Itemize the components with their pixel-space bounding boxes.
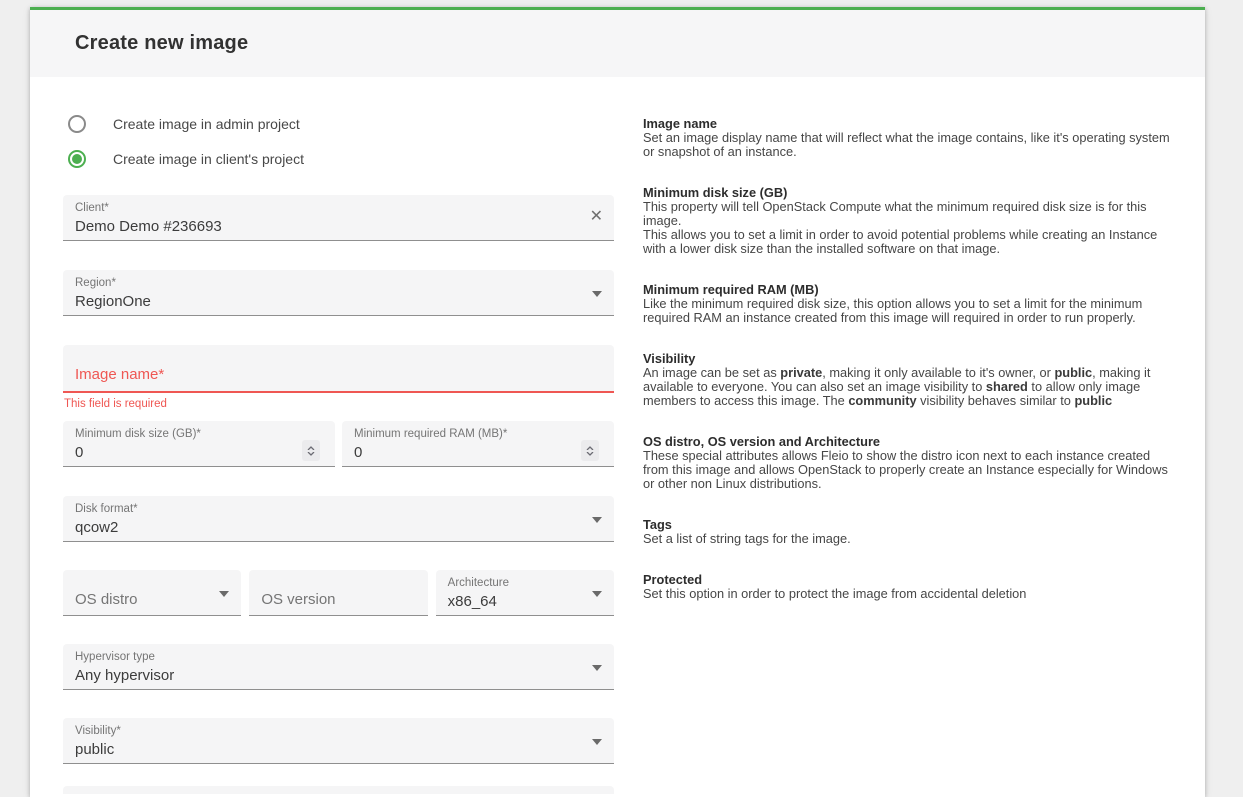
help-text: Set a list of string tags for the image. xyxy=(643,532,1171,546)
min-disk-size-stepper[interactable] xyxy=(302,440,320,461)
os-version-placeholder: OS version xyxy=(261,590,415,609)
min-ram-input[interactable]: Minimum required RAM (MB)* 0 xyxy=(342,421,614,467)
help-section-tags: Tags Set a list of string tags for the i… xyxy=(643,518,1171,546)
min-disk-size-input[interactable]: Minimum disk size (GB)* 0 xyxy=(63,421,335,467)
min-ram-stepper[interactable] xyxy=(581,440,599,461)
client-field-label: Client* xyxy=(75,202,602,215)
os-distro-select[interactable]: OS distro xyxy=(63,570,241,616)
min-ram-label: Minimum required RAM (MB)* xyxy=(354,428,602,441)
image-name-error: This field is required xyxy=(64,398,614,411)
min-ram-value: 0 xyxy=(354,443,602,462)
radio-option-admin-project[interactable]: Create image in admin project xyxy=(63,115,614,133)
radio-option-label: Create image in admin project xyxy=(113,116,300,132)
help-title: Protected xyxy=(643,573,1171,587)
visibility-select[interactable]: Visibility* public xyxy=(63,718,614,764)
help-text: An image can be set as private, making i… xyxy=(643,366,1171,408)
image-name-label: Image name* xyxy=(75,366,602,384)
disk-format-value: qcow2 xyxy=(75,518,602,537)
help-section-os-distro: OS distro, OS version and Architecture T… xyxy=(643,435,1171,491)
help-title: Minimum required RAM (MB) xyxy=(643,283,1171,297)
client-field[interactable]: Client* Demo Demo #236693 ✕ xyxy=(63,195,614,241)
chevron-down-icon xyxy=(592,517,602,523)
chevron-down-icon xyxy=(592,665,602,671)
os-distro-placeholder: OS distro xyxy=(75,590,229,609)
create-image-card: Create new image Create image in admin p… xyxy=(30,7,1205,797)
help-section-protected: Protected Set this option in order to pr… xyxy=(643,573,1171,601)
help-text: Set this option in order to protect the … xyxy=(643,587,1171,601)
disk-format-label: Disk format* xyxy=(75,503,602,516)
card-body: Create image in admin project Create ima… xyxy=(30,77,1205,794)
radio-checked-icon xyxy=(68,150,86,168)
image-form: Create image in admin project Create ima… xyxy=(63,115,614,794)
next-field-partial[interactable] xyxy=(63,786,614,794)
chevron-down-icon xyxy=(592,591,602,597)
disk-format-select[interactable]: Disk format* qcow2 xyxy=(63,496,614,542)
help-column: Image name Set an image display name tha… xyxy=(643,115,1171,794)
visibility-label: Visibility* xyxy=(75,725,602,738)
help-text: These special attributes allows Fleio to… xyxy=(643,449,1171,491)
radio-option-client-project[interactable]: Create image in client's project xyxy=(63,150,614,168)
hypervisor-type-select[interactable]: Hypervisor type Any hypervisor xyxy=(63,644,614,690)
help-section-image-name: Image name Set an image display name tha… xyxy=(643,117,1171,159)
help-title: Visibility xyxy=(643,352,1171,366)
architecture-value: x86_64 xyxy=(448,592,602,611)
architecture-label: Architecture xyxy=(448,577,602,590)
help-text: Set an image display name that will refl… xyxy=(643,131,1171,159)
help-title: Minimum disk size (GB) xyxy=(643,186,1171,200)
hypervisor-type-label: Hypervisor type xyxy=(75,651,602,664)
client-field-value: Demo Demo #236693 xyxy=(75,217,602,236)
chevron-down-icon xyxy=(592,291,602,297)
hypervisor-type-value: Any hypervisor xyxy=(75,666,602,685)
help-title: Image name xyxy=(643,117,1171,131)
help-title: OS distro, OS version and Architecture xyxy=(643,435,1171,449)
radio-unchecked-icon xyxy=(68,115,86,133)
help-section-min-disk: Minimum disk size (GB) This property wil… xyxy=(643,186,1171,256)
page-title: Create new image xyxy=(75,32,248,55)
chevron-down-icon xyxy=(592,739,602,745)
chevron-up-icon xyxy=(307,446,315,450)
chevron-down-icon xyxy=(307,452,315,456)
region-select-label: Region* xyxy=(75,277,602,290)
architecture-select[interactable]: Architecture x86_64 xyxy=(436,570,614,616)
region-select-value: RegionOne xyxy=(75,292,602,311)
help-section-min-ram: Minimum required RAM (MB) Like the minim… xyxy=(643,283,1171,325)
card-header: Create new image xyxy=(30,10,1205,77)
help-text: Like the minimum required disk size, thi… xyxy=(643,297,1171,325)
chevron-down-icon xyxy=(219,591,229,597)
help-section-visibility: Visibility An image can be set as privat… xyxy=(643,352,1171,408)
chevron-down-icon xyxy=(586,452,594,456)
project-radio-group: Create image in admin project Create ima… xyxy=(63,115,614,168)
size-row: Minimum disk size (GB)* 0 Minimum requir… xyxy=(63,421,614,467)
region-select[interactable]: Region* RegionOne xyxy=(63,270,614,316)
distro-row: OS distro OS version Architecture x86_64 xyxy=(63,570,614,616)
help-title: Tags xyxy=(643,518,1171,532)
radio-option-label: Create image in client's project xyxy=(113,151,304,167)
image-name-group: Image name* This field is required xyxy=(63,345,614,411)
visibility-value: public xyxy=(75,740,602,759)
min-disk-size-label: Minimum disk size (GB)* xyxy=(75,428,323,441)
min-disk-size-value: 0 xyxy=(75,443,323,462)
chevron-up-icon xyxy=(586,446,594,450)
help-text: This property will tell OpenStack Comput… xyxy=(643,200,1171,228)
clear-client-icon[interactable]: ✕ xyxy=(590,208,603,226)
help-text: This allows you to set a limit in order … xyxy=(643,228,1171,256)
os-version-input[interactable]: OS version xyxy=(249,570,427,616)
image-name-input[interactable]: Image name* xyxy=(63,345,614,393)
